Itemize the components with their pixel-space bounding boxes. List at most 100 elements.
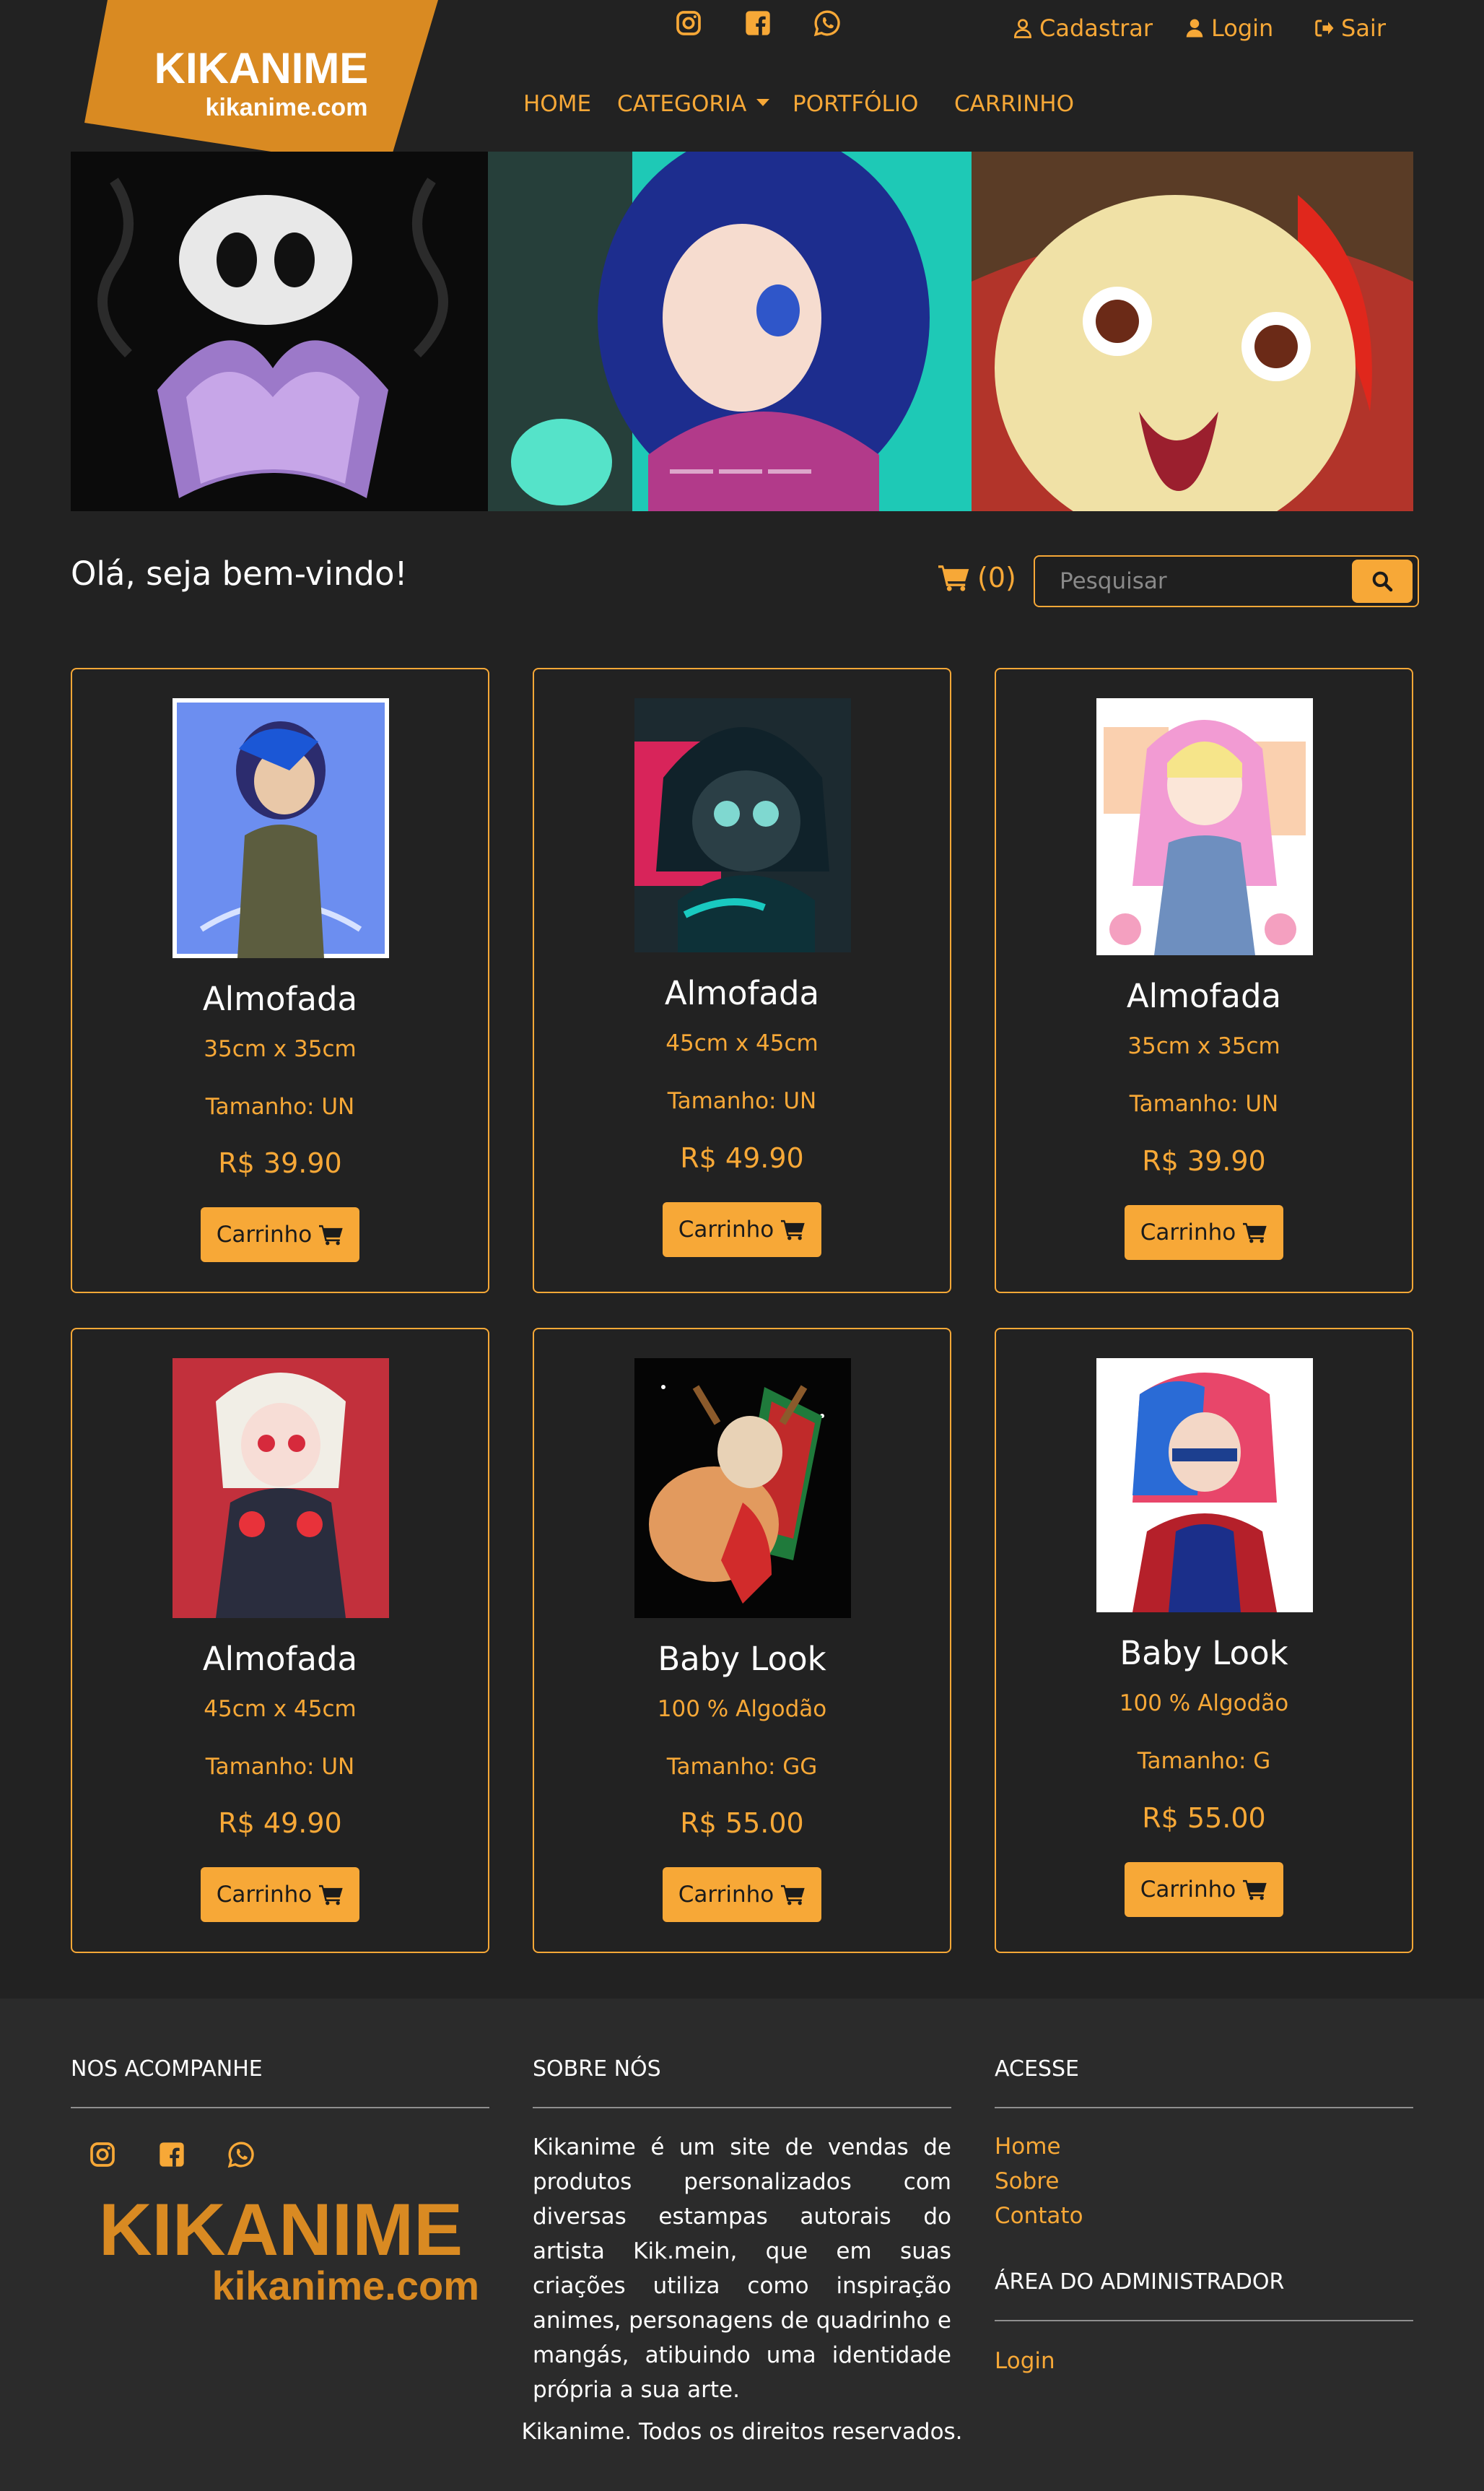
shopping-cart-icon [781, 1884, 805, 1905]
footer-about-text: Kikanime é um site de vendas de produtos… [533, 2134, 951, 2403]
add-to-cart-button[interactable]: Carrinho [663, 1867, 821, 1922]
product-card: Almofada 45cm x 45cm Tamanho: UN R$ 49.9… [533, 668, 951, 1293]
footer-logo-domain: kikanime.com [212, 2263, 479, 2307]
logout-link[interactable]: Sair [1314, 14, 1386, 42]
footer-link-about[interactable]: Sobre [995, 2168, 1059, 2194]
welcome-heading: Olá, seja bem-vindo! [71, 555, 408, 593]
add-to-cart-label: Carrinho [216, 1882, 313, 1908]
user-icon [1186, 19, 1203, 38]
product-image[interactable] [634, 698, 851, 952]
divider [995, 2107, 1413, 2108]
product-card: Almofada 45cm x 45cm Tamanho: UN R$ 49.9… [71, 1328, 489, 1953]
product-size: Tamanho: UN [205, 1094, 355, 1120]
product-price: R$ 55.00 [680, 1807, 804, 1839]
logout-label: Sair [1341, 14, 1386, 42]
add-to-cart-button[interactable]: Carrinho [1125, 1862, 1283, 1917]
product-card: Baby Look 100 % Algodão Tamanho: G R$ 55… [995, 1328, 1413, 1953]
instagram-icon[interactable] [88, 2140, 117, 2169]
carousel-indicator[interactable] [768, 469, 811, 474]
shopping-cart-icon [319, 1884, 343, 1905]
product-description: 100 % Algodão [1119, 1690, 1289, 1716]
product-name: Baby Look [658, 1640, 826, 1678]
add-to-cart-label: Carrinho [678, 1217, 774, 1243]
carousel-indicator[interactable] [719, 469, 762, 474]
whatsapp-icon[interactable] [227, 2140, 256, 2169]
nav-cart[interactable]: CARRINHO [954, 91, 1074, 117]
product-name: Almofada [202, 980, 358, 1018]
logo-name: KIKANIME [154, 44, 369, 92]
header-logo[interactable]: KIKANIME kikanime.com [84, 0, 438, 170]
search-icon [1372, 571, 1393, 592]
product-price: R$ 55.00 [1142, 1802, 1266, 1834]
whatsapp-icon[interactable] [813, 9, 842, 38]
product-image[interactable] [173, 698, 389, 958]
product-image[interactable] [1096, 698, 1313, 955]
product-card: Almofada 35cm x 35cm Tamanho: UN R$ 39.9… [71, 668, 489, 1293]
add-to-cart-button[interactable]: Carrinho [663, 1202, 821, 1257]
instagram-icon[interactable] [674, 9, 703, 38]
product-description: 35cm x 35cm [1127, 1033, 1280, 1059]
cart-summary[interactable]: (0) [938, 562, 1016, 594]
product-card: Almofada 35cm x 35cm Tamanho: UN R$ 39.9… [995, 668, 1413, 1293]
product-image[interactable] [634, 1358, 851, 1618]
sign-out-icon [1315, 19, 1334, 37]
nav-category-label: CATEGORIA [617, 91, 747, 117]
product-size: Tamanho: UN [205, 1754, 355, 1780]
product-description: 45cm x 45cm [665, 1030, 819, 1056]
footer-follow-heading: NOS ACOMPANHE [71, 2056, 263, 2082]
product-name: Almofada [202, 1640, 358, 1678]
shopping-cart-icon [1243, 1222, 1267, 1243]
search-button[interactable] [1352, 560, 1413, 603]
add-to-cart-button[interactable]: Carrinho [1125, 1205, 1283, 1260]
hero-carousel[interactable] [71, 152, 1413, 511]
product-size: Tamanho: G [1137, 1748, 1271, 1774]
shopping-cart-icon [1243, 1879, 1267, 1900]
product-description: 35cm x 35cm [204, 1036, 357, 1062]
login-label: Login [1211, 14, 1274, 42]
footer-link-home[interactable]: Home [995, 2134, 1061, 2160]
copyright-text: Kikanime. Todos os direitos reservados. [521, 2419, 963, 2445]
product-size: Tamanho: UN [667, 1088, 817, 1114]
product-size: Tamanho: GG [666, 1754, 818, 1780]
facebook-icon[interactable] [743, 9, 772, 38]
footer-about-heading: SOBRE NÓS [533, 2056, 661, 2082]
product-image[interactable] [173, 1358, 389, 1618]
product-price: R$ 49.90 [218, 1807, 342, 1839]
carousel-indicator[interactable] [670, 469, 713, 474]
footer-access-heading: ACESSE [995, 2056, 1079, 2082]
chevron-down-icon [756, 98, 770, 106]
nav-category[interactable]: CATEGORIA [617, 91, 770, 117]
shopping-cart-icon [319, 1225, 343, 1246]
footer-admin-heading: ÁREA DO ADMINISTRADOR [995, 2269, 1285, 2295]
divider [71, 2107, 489, 2108]
shopping-cart-icon [938, 565, 969, 591]
cart-count-value: (0) [977, 562, 1016, 594]
add-to-cart-label: Carrinho [1140, 1877, 1236, 1903]
add-to-cart-button[interactable]: Carrinho [201, 1867, 359, 1922]
add-to-cart-button[interactable]: Carrinho [201, 1207, 359, 1262]
product-size: Tamanho: UN [1129, 1091, 1279, 1117]
footer-admin-login-link[interactable]: Login [995, 2348, 1055, 2374]
add-to-cart-label: Carrinho [216, 1222, 313, 1248]
register-link[interactable]: Cadastrar [1012, 14, 1153, 42]
footer-logo: KIKANIME kikanime.com [68, 2188, 494, 2308]
carousel-indicators[interactable] [670, 469, 811, 474]
divider [995, 2320, 1413, 2321]
logo-domain: kikanime.com [206, 94, 368, 121]
login-link[interactable]: Login [1184, 14, 1273, 42]
register-label: Cadastrar [1039, 14, 1153, 42]
add-to-cart-label: Carrinho [678, 1882, 774, 1908]
nav-home[interactable]: HOME [523, 91, 591, 117]
facebook-icon[interactable] [157, 2140, 186, 2169]
shopping-cart-icon [781, 1220, 805, 1240]
user-icon [1013, 19, 1032, 38]
product-name: Almofada [664, 974, 820, 1012]
product-name: Almofada [1126, 977, 1282, 1015]
product-price: R$ 49.90 [680, 1142, 804, 1174]
product-description: 45cm x 45cm [204, 1696, 357, 1722]
product-image[interactable] [1096, 1358, 1313, 1612]
nav-portfolio[interactable]: PORTFÓLIO [793, 91, 918, 117]
product-name: Baby Look [1119, 1634, 1288, 1672]
carousel-artwork [71, 152, 1413, 511]
footer-link-contact[interactable]: Contato [995, 2203, 1083, 2229]
